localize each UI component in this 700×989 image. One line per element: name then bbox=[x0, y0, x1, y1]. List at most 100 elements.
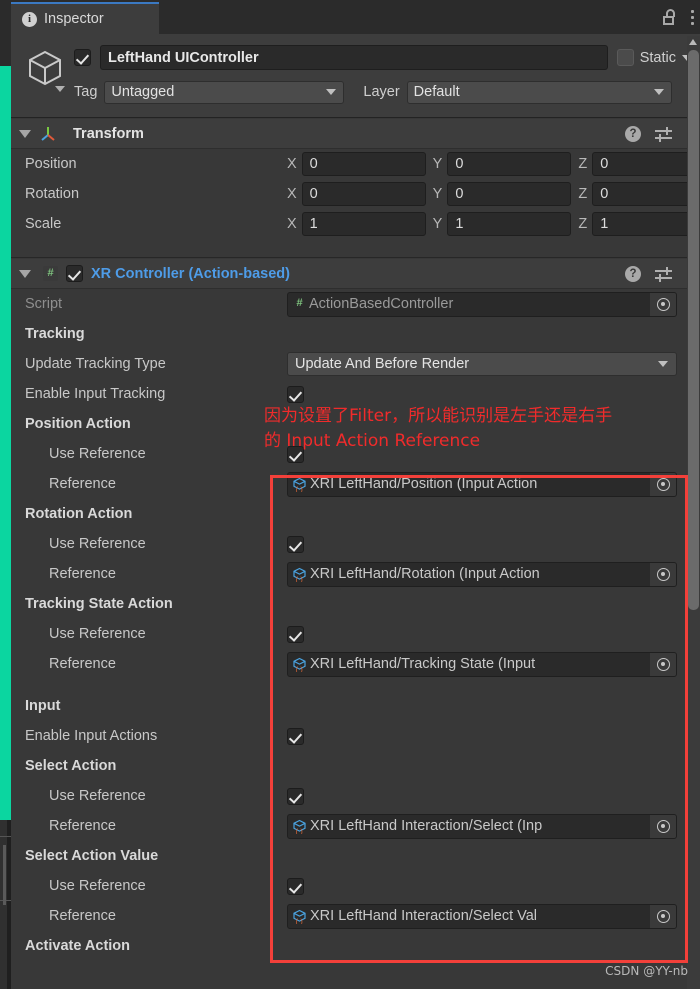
input-section-label: Input bbox=[25, 698, 61, 714]
position-y-input[interactable]: 0 bbox=[447, 152, 572, 176]
static-checkbox[interactable] bbox=[616, 49, 634, 66]
select-action-value-reference-row: Reference () XRI LeftHand Interaction/Se… bbox=[11, 901, 700, 931]
position-z-input[interactable]: 0 bbox=[592, 152, 700, 176]
use-reference-label: Use Reference bbox=[49, 878, 146, 894]
rotation-x-input[interactable]: 0 bbox=[301, 182, 426, 206]
rotation-z-input[interactable]: 0 bbox=[592, 182, 700, 206]
gameobject-enabled-checkbox[interactable] bbox=[74, 49, 91, 66]
tracking-state-use-reference-checkbox[interactable] bbox=[287, 625, 304, 643]
position-x-value: 0 bbox=[309, 156, 318, 172]
input-action-asset-icon: () bbox=[293, 909, 306, 924]
object-picker-button[interactable] bbox=[649, 292, 676, 316]
object-picker-button[interactable] bbox=[649, 472, 676, 496]
gameobject-name-input[interactable]: LeftHand UIController bbox=[100, 45, 608, 70]
kebab-menu-icon[interactable] bbox=[690, 9, 694, 25]
enable-input-actions-checkbox[interactable] bbox=[287, 727, 304, 745]
gameobject-name-value: LeftHand UIController bbox=[108, 49, 259, 66]
transform-rotation-row: Rotation X0 Y0 Z0 bbox=[11, 179, 700, 209]
scrollbar-thumb[interactable] bbox=[688, 50, 699, 610]
position-action-use-reference-checkbox[interactable] bbox=[287, 445, 304, 463]
object-picker-button[interactable] bbox=[649, 652, 676, 676]
scale-z-input[interactable]: 1 bbox=[592, 212, 700, 236]
xr-controller-enabled-checkbox[interactable] bbox=[66, 265, 83, 282]
scroll-up-arrow-icon[interactable] bbox=[689, 39, 697, 45]
axis-y-label: Y bbox=[432, 156, 443, 172]
tracking-section-row: Tracking bbox=[11, 319, 700, 349]
gameobject-header: LeftHand UIController Static Tag Untagge… bbox=[11, 34, 700, 118]
select-action-value-reference-value: XRI LeftHand Interaction/Select Val bbox=[310, 908, 538, 924]
xr-controller-foldout-icon[interactable] bbox=[19, 269, 31, 278]
transform-header[interactable]: Transform ? bbox=[11, 119, 700, 149]
reference-label: Reference bbox=[49, 566, 116, 582]
svg-text:(): () bbox=[295, 667, 303, 672]
select-action-reference-value: XRI LeftHand Interaction/Select (Inp bbox=[310, 818, 543, 834]
reference-label: Reference bbox=[49, 818, 116, 834]
enable-input-actions-label: Enable Input Actions bbox=[25, 728, 158, 744]
select-action-reference-field[interactable]: () XRI LeftHand Interaction/Select (Inp bbox=[287, 813, 677, 839]
static-toggle-group: Static bbox=[616, 49, 692, 66]
component-transform: Transform ? Position X0 Y0 Z0 Rotation X… bbox=[11, 119, 700, 258]
position-action-use-reference-row: Use Reference bbox=[11, 439, 700, 469]
inspector-panel: i Inspector LeftHand UIController Static… bbox=[11, 0, 700, 989]
layer-dropdown[interactable]: Default bbox=[406, 80, 672, 104]
input-action-asset-icon: () bbox=[293, 567, 306, 582]
svg-text:(): () bbox=[295, 829, 303, 834]
object-picker-button[interactable] bbox=[649, 562, 676, 586]
rotation-y-input[interactable]: 0 bbox=[447, 182, 572, 206]
scale-x-value: 1 bbox=[309, 216, 318, 232]
tracking-state-use-reference-row: Use Reference bbox=[11, 619, 700, 649]
select-action-value-reference-field[interactable]: () XRI LeftHand Interaction/Select Val bbox=[287, 903, 677, 929]
object-picker-button[interactable] bbox=[649, 814, 676, 838]
xr-controller-header[interactable]: # XR Controller (Action-based) ? bbox=[11, 259, 700, 289]
tab-inspector[interactable]: i Inspector bbox=[11, 2, 159, 34]
axis-x-label: X bbox=[287, 186, 297, 202]
object-picker-button[interactable] bbox=[649, 904, 676, 928]
chevron-down-icon bbox=[658, 361, 668, 367]
preset-icon[interactable] bbox=[655, 266, 672, 282]
help-icon[interactable]: ? bbox=[625, 265, 641, 282]
select-action-value-label: Select Action Value bbox=[25, 848, 159, 864]
lock-icon[interactable] bbox=[662, 9, 676, 25]
select-action-value-group-row: Select Action Value bbox=[11, 841, 700, 871]
rotation-z-value: 0 bbox=[600, 186, 609, 202]
help-icon[interactable]: ? bbox=[625, 125, 641, 142]
axis-x-label: X bbox=[287, 216, 297, 232]
watermark: CSDN @YY-nb bbox=[605, 964, 688, 978]
use-reference-label: Use Reference bbox=[49, 536, 146, 552]
tracking-state-reference-field[interactable]: () XRI LeftHand/Tracking State (Input bbox=[287, 651, 677, 677]
enable-input-tracking-row: Enable Input Tracking bbox=[11, 379, 700, 409]
scale-y-input[interactable]: 1 bbox=[447, 212, 572, 236]
transform-scale-row: Scale X1 Y1 Z1 bbox=[11, 209, 700, 239]
left-gutter-scrollbar[interactable] bbox=[3, 845, 6, 905]
position-label: Position bbox=[25, 156, 77, 172]
preset-icon[interactable] bbox=[655, 126, 672, 142]
rotation-label: Rotation bbox=[25, 186, 80, 202]
use-reference-label: Use Reference bbox=[49, 446, 146, 462]
rotation-action-use-reference-checkbox[interactable] bbox=[287, 535, 304, 553]
tag-dropdown[interactable]: Untagged bbox=[104, 80, 345, 104]
info-icon: i bbox=[22, 11, 37, 27]
rotation-action-use-reference-row: Use Reference bbox=[11, 529, 700, 559]
axis-y-label: Y bbox=[432, 186, 443, 202]
enable-input-tracking-checkbox[interactable] bbox=[287, 385, 304, 403]
update-tracking-type-dropdown[interactable]: Update And Before Render bbox=[287, 352, 677, 376]
layer-value: Default bbox=[413, 84, 460, 100]
inspector-vertical-scrollbar[interactable] bbox=[687, 36, 700, 989]
input-action-asset-icon: () bbox=[293, 477, 306, 492]
transform-foldout-icon[interactable] bbox=[19, 129, 31, 138]
scale-x-input[interactable]: 1 bbox=[301, 212, 426, 236]
enable-input-actions-row: Enable Input Actions bbox=[11, 721, 700, 751]
select-action-use-reference-checkbox[interactable] bbox=[287, 787, 304, 805]
gameobject-icon-dropdown-caret[interactable] bbox=[55, 86, 65, 92]
position-action-label: Position Action bbox=[25, 416, 131, 432]
position-x-input[interactable]: 0 bbox=[301, 152, 426, 176]
tabbar-actions bbox=[662, 0, 694, 34]
select-action-group-row: Select Action bbox=[11, 751, 700, 781]
rotation-action-reference-field[interactable]: () XRI LeftHand/Rotation (Input Action bbox=[287, 561, 677, 587]
transform-position-row: Position X0 Y0 Z0 bbox=[11, 149, 700, 179]
tracking-state-action-group-row: Tracking State Action bbox=[11, 589, 700, 619]
position-action-group-row: Position Action bbox=[11, 409, 700, 439]
select-action-value-use-reference-checkbox[interactable] bbox=[287, 877, 304, 895]
position-action-reference-field[interactable]: () XRI LeftHand/Position (Input Action bbox=[287, 471, 677, 497]
